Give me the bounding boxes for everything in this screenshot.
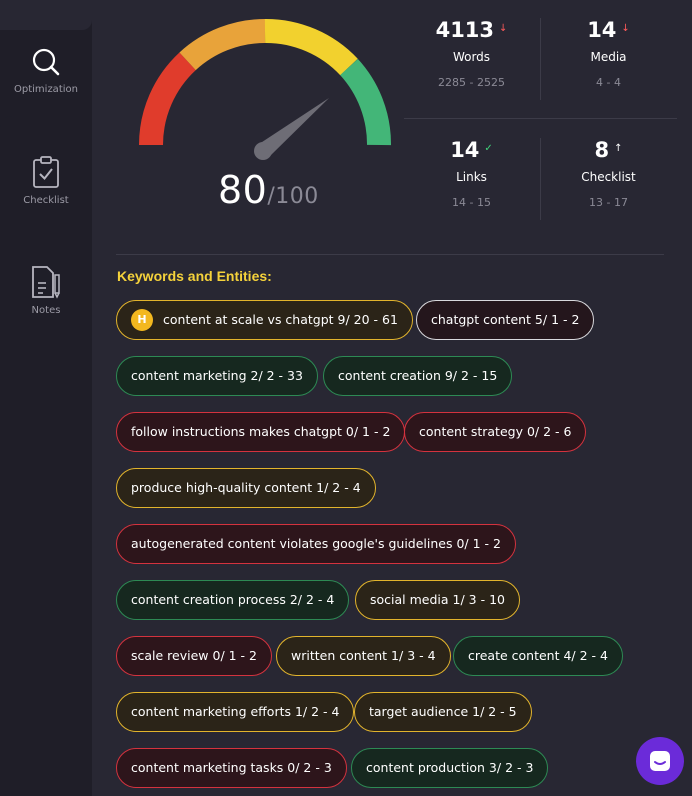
keyword-text: content production 3/ 2 - 3: [366, 760, 534, 775]
sidebar-item-label: Optimization: [14, 84, 78, 95]
keyword-chip[interactable]: social media 1/ 3 - 10: [355, 580, 520, 620]
keyword-text: content marketing tasks 0/ 2 - 3: [131, 760, 332, 775]
section-divider: [116, 254, 664, 255]
sidebar-item-label: Notes: [31, 305, 61, 316]
sidebar-lower-panel: [0, 116, 92, 796]
sidebar-item-label: Checklist: [23, 195, 69, 206]
keywords-title: Keywords and Entities:: [117, 268, 272, 284]
keyword-text: create content 4/ 2 - 4: [468, 648, 608, 663]
keyword-text: chatgpt content 5/ 1 - 2: [431, 312, 580, 327]
stats-divider: [540, 138, 541, 220]
sidebar: Optimization Checklist Notes: [0, 0, 92, 796]
keyword-chip[interactable]: H content at scale vs chatgpt 9/ 20 - 61: [116, 300, 413, 340]
check-icon: ✓: [484, 143, 493, 154]
keyword-chip[interactable]: content marketing 2/ 2 - 33: [116, 356, 318, 396]
sidebar-item-optimization[interactable]: Optimization: [0, 46, 92, 95]
arrow-down-icon: ↓: [621, 23, 630, 34]
keyword-chip[interactable]: follow instructions makes chatgpt 0/ 1 -…: [116, 412, 406, 452]
sidebar-top-panel: [0, 0, 92, 30]
keyword-chip[interactable]: content creation 9/ 2 - 15: [323, 356, 513, 396]
score-number: 80: [218, 168, 268, 212]
keyword-chip[interactable]: autogenerated content violates google's …: [116, 524, 516, 564]
score-value: 80/100: [218, 168, 319, 212]
keyword-chip[interactable]: content production 3/ 2 - 3: [351, 748, 549, 788]
stat-range: 13 - 17: [589, 196, 628, 209]
keyword-text: content marketing efforts 1/ 2 - 4: [131, 704, 340, 719]
keyword-text: content creation 9/ 2 - 15: [338, 368, 498, 383]
keyword-text: target audience 1/ 2 - 5: [369, 704, 517, 719]
keyword-chip[interactable]: target audience 1/ 2 - 5: [354, 692, 532, 732]
stats-divider: [404, 118, 677, 119]
keyword-text: follow instructions makes chatgpt 0/ 1 -…: [131, 424, 391, 439]
keyword-chip[interactable]: content marketing efforts 1/ 2 - 4: [116, 692, 355, 732]
keyword-chip[interactable]: create content 4/ 2 - 4: [453, 636, 623, 676]
stat-checklist: 8 ↑ Checklist 13 - 17: [541, 138, 676, 209]
stat-words: 4113 ↓ Words 2285 - 2525: [404, 18, 539, 89]
stat-label: Words: [452, 50, 491, 64]
keyword-chip[interactable]: content marketing tasks 0/ 2 - 3: [116, 748, 347, 788]
sidebar-item-checklist[interactable]: Checklist: [0, 155, 92, 206]
keyword-chip[interactable]: chatgpt content 5/ 1 - 2: [416, 300, 595, 340]
stat-value: 8: [594, 138, 610, 162]
keyword-text: autogenerated content violates google's …: [131, 536, 501, 551]
gauge-needle: [254, 98, 329, 160]
chat-button[interactable]: [636, 737, 684, 785]
keyword-chip[interactable]: content strategy 0/ 2 - 6: [404, 412, 587, 452]
stat-label: Checklist: [581, 170, 636, 184]
stat-range: 2285 - 2525: [438, 76, 505, 89]
stat-value: 4113: [435, 18, 495, 42]
stat-value: 14: [587, 18, 617, 42]
arrow-up-icon: ↑: [614, 143, 623, 154]
keyword-chip[interactable]: produce high-quality content 1/ 2 - 4: [116, 468, 376, 508]
score-max: /100: [267, 184, 319, 209]
search-icon: [32, 48, 60, 76]
sidebar-item-notes[interactable]: Notes: [0, 265, 92, 316]
keyword-text: content marketing 2/ 2 - 33: [131, 368, 303, 383]
keyword-chip[interactable]: scale review 0/ 1 - 2: [116, 636, 272, 676]
stat-links: 14 ✓ Links 14 - 15: [404, 138, 539, 209]
keyword-text: social media 1/ 3 - 10: [370, 592, 505, 607]
heading-badge-icon: H: [131, 309, 153, 331]
keyword-chip[interactable]: content creation process 2/ 2 - 4: [116, 580, 350, 620]
keyword-text: content at scale vs chatgpt 9/ 20 - 61: [163, 312, 398, 327]
keyword-text: content creation process 2/ 2 - 4: [131, 592, 335, 607]
stat-value: 14: [450, 138, 480, 162]
keyword-text: written content 1/ 3 - 4: [291, 648, 436, 663]
chat-icon: [650, 751, 670, 771]
keyword-text: content strategy 0/ 2 - 6: [419, 424, 572, 439]
stats-divider: [540, 18, 541, 100]
stat-range: 14 - 15: [452, 196, 491, 209]
keyword-chip[interactable]: written content 1/ 3 - 4: [276, 636, 451, 676]
stat-label: Links: [456, 170, 487, 184]
keyword-text: scale review 0/ 1 - 2: [131, 648, 257, 663]
clipboard-check-icon: [33, 156, 59, 188]
stat-range: 4 - 4: [596, 76, 621, 89]
keyword-text: produce high-quality content 1/ 2 - 4: [131, 480, 361, 495]
stat-media: 14 ↓ Media 4 - 4: [541, 18, 676, 89]
stat-label: Media: [590, 50, 627, 64]
notes-icon: [32, 266, 60, 299]
arrow-down-icon: ↓: [499, 23, 508, 34]
